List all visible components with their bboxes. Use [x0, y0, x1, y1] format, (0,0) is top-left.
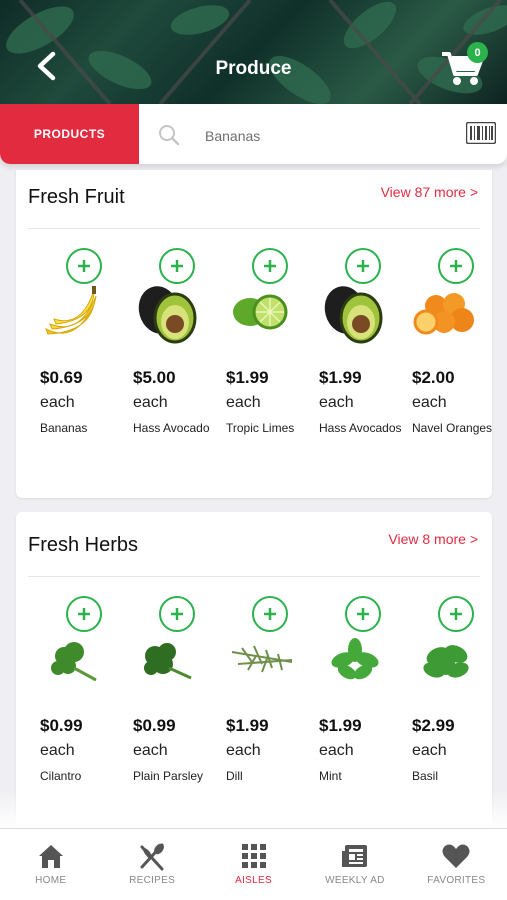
product-price: $5.00 — [133, 368, 176, 387]
avocado-image — [324, 286, 383, 344]
tab-favorites[interactable]: FAVORITES — [406, 829, 507, 900]
tab-recipes[interactable]: RECIPES — [101, 829, 202, 900]
product-price: $0.99 — [133, 716, 176, 735]
product-unit: each — [40, 742, 75, 759]
product-name: Cilantro — [40, 769, 82, 783]
plus-icon — [357, 260, 369, 272]
add-to-cart-button[interactable] — [159, 248, 195, 284]
product-name: Tropic Limes — [226, 421, 295, 435]
newspaper-icon — [341, 845, 367, 867]
tab-label: HOME — [35, 875, 67, 886]
tab-aisles[interactable]: AISLES — [203, 829, 304, 900]
tab-label: WEEKLY AD — [325, 875, 385, 886]
add-to-cart-button[interactable] — [252, 596, 288, 632]
search-input[interactable]: Bananas — [205, 128, 260, 144]
plus-icon — [450, 260, 462, 272]
product-name: Plain Parsley — [133, 769, 204, 783]
plus-icon — [78, 608, 90, 620]
utensils-icon — [140, 843, 165, 871]
product-price: $2.00 — [412, 368, 455, 387]
basil-image — [423, 645, 469, 678]
product-unit: each — [412, 394, 447, 411]
view-more-link[interactable]: View 8 more > — [388, 531, 478, 547]
tab-home[interactable]: HOME — [0, 829, 101, 900]
mint-image — [331, 638, 379, 680]
lime-image — [233, 294, 288, 330]
product-price: $1.99 — [226, 368, 269, 387]
plus-icon — [264, 608, 276, 620]
dill-image — [231, 645, 293, 673]
avocado-image — [138, 286, 197, 344]
add-to-cart-button[interactable] — [66, 248, 102, 284]
tab-weekly-ad[interactable]: WEEKLY AD — [304, 829, 405, 900]
product-name: Navel Oranges — [412, 421, 493, 435]
add-to-cart-button[interactable] — [345, 248, 381, 284]
search-icon — [159, 125, 180, 146]
add-to-cart-button[interactable] — [66, 596, 102, 632]
barcode-scan-icon[interactable] — [466, 122, 496, 144]
products-tab[interactable]: PRODUCTS — [0, 104, 139, 164]
tab-label: FAVORITES — [427, 875, 486, 886]
product-price: $1.99 — [226, 716, 269, 735]
add-to-cart-button[interactable] — [252, 248, 288, 284]
product-price: $1.99 — [319, 716, 362, 735]
divider — [28, 576, 480, 577]
section-title: Fresh Herbs — [28, 534, 139, 556]
divider — [28, 228, 480, 229]
tab-label: RECIPES — [129, 875, 176, 886]
plus-icon — [450, 608, 462, 620]
orange-image — [413, 293, 474, 335]
add-to-cart-button[interactable] — [438, 596, 474, 632]
product-unit: each — [226, 742, 261, 759]
tab-label: AISLES — [235, 875, 272, 886]
product-unit: each — [412, 742, 447, 759]
plus-icon — [171, 608, 183, 620]
bottom-tab-bar: HOME RECIPES AISLES WEEKLY AD FAVORITES — [0, 828, 507, 900]
add-to-cart-button[interactable] — [345, 596, 381, 632]
section-title: Fresh Fruit — [28, 186, 125, 208]
header-banner: Produce 0 — [0, 0, 507, 104]
heart-icon — [442, 844, 470, 868]
plus-icon — [78, 260, 90, 272]
product-unit: each — [40, 394, 75, 411]
grid-icon — [241, 844, 266, 868]
product-unit: each — [226, 394, 261, 411]
plus-icon — [357, 608, 369, 620]
product-name: Dill — [226, 769, 243, 783]
section-card-fresh-herbs: Fresh Herbs View 8 more > $0.99 each Cil… — [16, 512, 492, 832]
scroll-fade — [0, 790, 507, 828]
product-name: Basil — [412, 769, 439, 783]
product-name: Bananas — [40, 421, 88, 435]
view-more-link[interactable]: View 87 more > — [381, 184, 478, 200]
product-unit: each — [319, 742, 354, 759]
section-card-fresh-fruit: Fresh Fruit View 87 more > $0.69 each Ba… — [16, 170, 492, 498]
parsley-image — [144, 643, 192, 680]
product-name: Mint — [319, 769, 342, 783]
product-unit: each — [133, 742, 168, 759]
product-price: $0.69 — [40, 368, 83, 387]
product-price: $2.99 — [412, 716, 455, 735]
home-icon — [38, 845, 63, 868]
cart-count-badge: 0 — [467, 42, 488, 63]
search-bar: PRODUCTS Bananas — [0, 104, 507, 164]
plus-icon — [171, 260, 183, 272]
add-to-cart-button[interactable] — [159, 596, 195, 632]
cilantro-image — [51, 642, 97, 682]
leaf-background-image — [6, 0, 507, 104]
plus-icon — [264, 260, 276, 272]
product-unit: each — [319, 394, 354, 411]
product-name: Hass Avocados — [319, 421, 402, 435]
product-price: $0.99 — [40, 716, 83, 735]
banana-image — [45, 286, 97, 335]
product-unit: each — [133, 394, 168, 411]
product-name: Hass Avocado — [133, 421, 210, 435]
add-to-cart-button[interactable] — [438, 248, 474, 284]
page-title: Produce — [215, 58, 292, 79]
product-price: $1.99 — [319, 368, 362, 387]
